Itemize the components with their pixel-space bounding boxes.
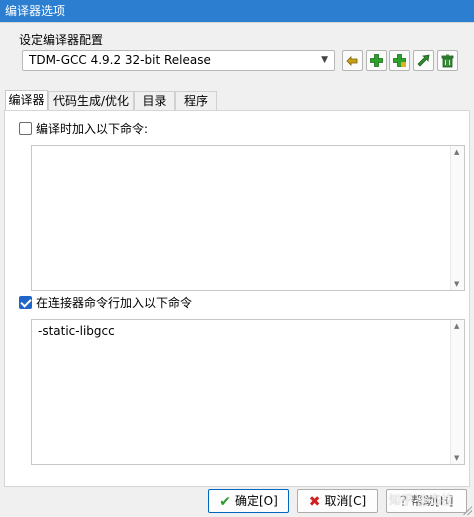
ok-button-label: 确定[O] (234, 494, 278, 508)
compile-commands-textarea[interactable]: ▲ ▼ (31, 145, 465, 291)
tab-label: 代码生成/优化 (52, 94, 130, 108)
tab-directories[interactable]: 目录 (134, 91, 175, 111)
compiler-set-group-label: 设定编译器配置 (19, 33, 104, 47)
compile-commands-scrollbar[interactable]: ▲ ▼ (450, 146, 464, 290)
arrow-icon (417, 54, 430, 67)
delete-compiler-set-button[interactable] (437, 50, 458, 71)
resize-grip[interactable] (462, 505, 472, 515)
tab-codegen[interactable]: 代码生成/优化 (48, 91, 134, 111)
trash-icon (441, 54, 454, 68)
tab-programs[interactable]: 程序 (175, 91, 217, 111)
add-folder-compiler-set-button[interactable] (389, 50, 410, 71)
linker-commands-label: 在连接器命令行加入以下命令 (36, 296, 193, 310)
scroll-down-icon[interactable]: ▼ (454, 280, 459, 288)
close-icon: ✖ (308, 494, 321, 510)
compile-commands-option[interactable]: 编译时加入以下命令: (19, 122, 148, 136)
cancel-button[interactable]: ✖ 取消[C] (297, 489, 378, 513)
tab-label: 编译器 (8, 93, 45, 107)
rename-arrow-button[interactable] (413, 50, 434, 71)
ok-button[interactable]: ✔ 确定[O] (208, 489, 289, 513)
add-compiler-set-button[interactable] (366, 50, 387, 71)
scroll-up-icon[interactable]: ▲ (454, 322, 459, 330)
tab-panel-compiler: 编译时加入以下命令: ▲ ▼ 在连接器命令行加入以下命令 -static-lib… (4, 110, 470, 487)
linker-commands-scrollbar[interactable]: ▲ ▼ (450, 320, 464, 464)
chevron-down-icon: ▼ (321, 55, 328, 65)
tab-compiler[interactable]: 编译器 (5, 90, 48, 111)
watermark: 知乎 @杰拉 (389, 493, 453, 507)
tab-label: 目录 (142, 94, 167, 108)
rename-compiler-set-button[interactable] (342, 50, 363, 71)
cancel-button-label: 取消[C] (324, 494, 367, 508)
compile-commands-text (32, 146, 464, 154)
linker-commands-checkbox[interactable] (19, 296, 32, 309)
scroll-up-icon[interactable]: ▲ (454, 148, 459, 156)
compiler-set-select[interactable]: TDM-GCC 4.9.2 32-bit Release ▼ (22, 50, 335, 71)
scroll-down-icon[interactable]: ▼ (454, 454, 459, 462)
compile-commands-label: 编译时加入以下命令: (36, 122, 149, 136)
compile-commands-checkbox[interactable] (19, 122, 32, 135)
title-bar: 编译器选项 (0, 0, 474, 22)
plus-icon (370, 54, 383, 67)
tab-label: 程序 (183, 94, 208, 108)
linker-commands-option[interactable]: 在连接器命令行加入以下命令 (19, 296, 192, 310)
checkmark-icon: ✔ (219, 494, 231, 510)
plus-folder-icon (393, 54, 406, 67)
rename-icon (346, 56, 358, 66)
linker-commands-text: -static-libgcc (38, 324, 115, 338)
compiler-options-dialog: 编译器选项 设定编译器配置 TDM-GCC 4.9.2 32-bit Relea… (0, 0, 474, 517)
compiler-set-selected: TDM-GCC 4.9.2 32-bit Release (29, 53, 211, 67)
title-separator (0, 22, 474, 23)
window-title: 编译器选项 (5, 4, 66, 18)
linker-commands-textarea[interactable]: -static-libgcc ▲ ▼ (31, 319, 465, 465)
